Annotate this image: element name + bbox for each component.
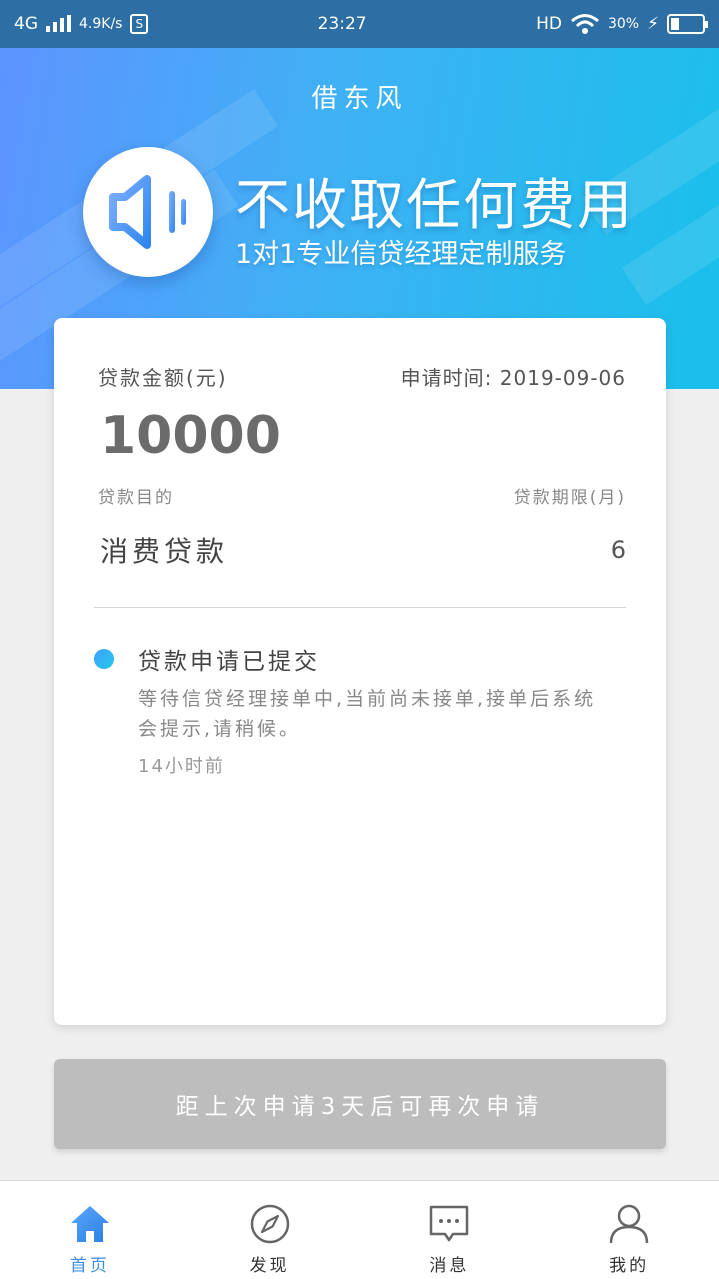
- status-dot-icon: [94, 649, 114, 669]
- speaker-icon: [83, 147, 213, 277]
- wifi-icon: [570, 14, 599, 34]
- status-time: 14小时前: [138, 756, 225, 777]
- sim-icon: S: [130, 14, 149, 34]
- network-type: 4G: [14, 14, 38, 34]
- apply-time: 申请时间: 2019-09-06: [401, 362, 626, 391]
- tab-home[interactable]: 首页: [0, 1181, 180, 1279]
- battery-icon: [667, 14, 708, 34]
- user-icon: [609, 1204, 649, 1244]
- app-title: 借东风: [311, 84, 408, 114]
- loan-term: 6: [610, 536, 626, 564]
- status-bar: 4G 4.9K/s S 23:27 HD 30% ⚡: [0, 0, 719, 48]
- status-description: 等待信贷经理接单中,当前尚未接单,接单后系统会提示,请稍候。: [138, 688, 597, 740]
- charging-icon: ⚡: [647, 14, 659, 34]
- tab-profile[interactable]: 我的: [539, 1181, 719, 1279]
- compass-icon: [250, 1204, 289, 1244]
- loan-purpose: 消费贷款: [100, 535, 229, 568]
- amount-label: 贷款金额(元): [98, 366, 228, 390]
- tab-messages[interactable]: 消息: [360, 1181, 540, 1279]
- home-icon: [70, 1206, 109, 1242]
- message-icon: [430, 1205, 469, 1242]
- apply-time-value: 2019-09-06: [499, 366, 626, 390]
- tab-label: 发现: [249, 1256, 290, 1276]
- term-label: 贷款期限(月): [513, 488, 626, 508]
- loan-amount: 10000: [100, 406, 281, 466]
- hero-subheading: 1对1专业信贷经理定制服务: [235, 239, 567, 270]
- clock: 23:27: [317, 14, 367, 34]
- hd-indicator: HD: [536, 14, 562, 34]
- signal-icon: [46, 15, 71, 32]
- purpose-label: 贷款目的: [98, 488, 174, 508]
- network-speed: 4.9K/s: [79, 16, 123, 32]
- tab-discover[interactable]: 发现: [180, 1181, 360, 1279]
- hero-heading: 不收取任何费用: [235, 173, 635, 237]
- loan-card: 贷款金额(元) 申请时间: 2019-09-06 10000 贷款目的 贷款期限…: [54, 318, 666, 1025]
- battery-percent: 30%: [607, 16, 640, 32]
- tab-label: 首页: [69, 1256, 110, 1276]
- tab-label: 我的: [609, 1256, 650, 1276]
- apply-time-label: 申请时间:: [400, 366, 493, 390]
- tab-label: 消息: [429, 1256, 470, 1276]
- tab-bar: 首页 发现 消息 我的: [0, 1180, 719, 1279]
- divider: [94, 607, 626, 608]
- reapply-button[interactable]: 距上次申请3天后可再次申请: [54, 1059, 666, 1149]
- status-title: 贷款申请已提交: [138, 649, 320, 675]
